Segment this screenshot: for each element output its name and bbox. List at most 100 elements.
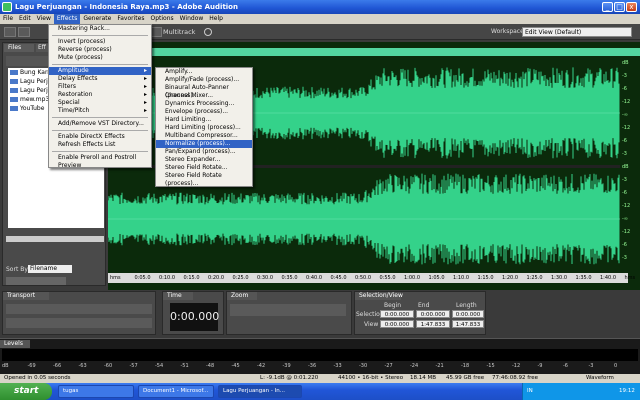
menu-item-stereo-expander[interactable]: Stereo Expander... [156, 156, 252, 164]
menu-item-dynamics[interactable]: Dynamics Processing... [156, 100, 252, 108]
timeline-tick-label: 1:25.0 [526, 275, 543, 281]
menu-item-add-remove-vst[interactable]: Add/Remove VST Directory... [49, 120, 151, 128]
menu-item-stereo-field-rotate[interactable]: Stereo Field Rotate... [156, 164, 252, 172]
level-tick-label: -12 [512, 363, 521, 369]
menu-item-multiband[interactable]: Multiband Compressor... [156, 132, 252, 140]
taskbar-item-audition[interactable]: Lagu Perjuangan - In... [218, 385, 302, 398]
menu-item-invert[interactable]: Invert (process) [49, 38, 151, 46]
db-tick-label: -3 [622, 73, 627, 79]
maximize-button[interactable]: □ [614, 2, 625, 12]
menu-edit[interactable]: Edit [16, 14, 34, 24]
selection-length-field[interactable]: 0:00.000 [452, 310, 484, 318]
workspace-select[interactable]: Edit View (Default) [522, 27, 632, 37]
timeline-ruler[interactable]: hms 0:05.0 0:10.0 0:15.0 0:20.0 0:25.0 0:30.0 0… [108, 273, 635, 283]
end-header: End [418, 302, 430, 309]
menu-item-amplify[interactable]: Amplify... [156, 68, 252, 76]
menu-item-label: Filters [58, 83, 76, 90]
menu-item-label: Time/Pitch [58, 107, 90, 114]
menu-favorites[interactable]: Favorites [114, 14, 147, 24]
menu-window[interactable]: Window [177, 14, 207, 24]
selection-begin-field[interactable]: 0:00.000 [380, 310, 414, 318]
menu-item-label: Amplitude [58, 67, 89, 74]
menu-generate[interactable]: Generate [80, 14, 114, 24]
view-length-field[interactable]: 1:47.833 [452, 320, 484, 328]
workspace-label: Workspace: [491, 28, 526, 35]
menu-item-refresh-effects[interactable]: Refresh Effects List [49, 141, 151, 149]
menu-item-time-pitch[interactable]: Time/Pitch ▸ [49, 107, 151, 115]
menu-item-envelope[interactable]: Envelope (process)... [156, 108, 252, 116]
file-icon [10, 79, 18, 84]
level-tick-label: -24 [410, 363, 419, 369]
selection-end-field[interactable]: 0:00.000 [416, 310, 450, 318]
timeline-tick-label: 1:40.0 [600, 275, 616, 281]
menu-item-hard-limiting[interactable]: Hard Limiting... [156, 116, 252, 124]
transport-tab[interactable]: Transport [3, 292, 49, 300]
menu-item-mute[interactable]: Mute (process) [49, 54, 151, 62]
edit-view-button[interactable] [4, 27, 16, 37]
files-tab[interactable]: Files [4, 44, 34, 52]
menu-item-delay-effects[interactable]: Delay Effects ▸ [49, 75, 151, 83]
menu-item-channel-mixer[interactable]: Channel Mixer... [156, 92, 252, 100]
files-scrollbar[interactable] [6, 236, 104, 242]
multitrack-view-button[interactable] [18, 27, 30, 37]
close-button[interactable]: x [626, 2, 637, 12]
menu-item-filters[interactable]: Filters ▸ [49, 83, 151, 91]
timeline-tick-label: 1:10.0 [453, 275, 469, 281]
menu-item-special[interactable]: Special ▸ [49, 99, 151, 107]
overview-bar[interactable] [108, 48, 640, 56]
menu-item-enable-directx[interactable]: Enable DirectX Effects [49, 133, 151, 141]
menu-view[interactable]: View [34, 14, 54, 24]
transport-controls[interactable] [6, 304, 152, 314]
timeline-tick-label: 0:20.0 [208, 275, 224, 281]
level-tick-label: 0 [614, 363, 618, 369]
menu-separator [52, 130, 148, 131]
menu-item-mastering-rack[interactable]: Mastering Rack... [49, 25, 151, 33]
taskbar-item-tugas[interactable]: tugas [58, 385, 134, 398]
menu-item-normalize[interactable]: Normalize (process)... [156, 140, 252, 148]
file-name: Lagu Perj [20, 78, 48, 85]
selection-view-tab[interactable]: Selection/View [355, 292, 403, 300]
zoom-tab[interactable]: Zoom [227, 292, 257, 300]
timeline-tick-label: 1:05.0 [428, 275, 445, 281]
menu-item-amplify-fade[interactable]: Amplify/Fade (process)... [156, 76, 252, 84]
level-tick-label: -66 [53, 363, 62, 369]
language-indicator[interactable]: IN [527, 383, 533, 400]
start-button[interactable]: start [0, 383, 52, 400]
menu-item-hard-limiting-process[interactable]: Hard Limiting (process)... [156, 124, 252, 132]
minimize-button[interactable]: _ [602, 2, 613, 12]
db-tick-label: -12 [622, 99, 631, 105]
timeline-tick-label: 0:35.0 [281, 275, 298, 281]
zoom-buttons[interactable] [230, 304, 346, 316]
view-label: View [364, 321, 379, 328]
menu-separator [52, 35, 148, 36]
view-end-field[interactable]: 1:47.833 [416, 320, 450, 328]
status-bar: Opened in 0.05 seconds L: -9.1dB @ 0:01.… [0, 374, 640, 383]
sort-select[interactable]: Filename [28, 265, 72, 273]
file-icon [10, 88, 18, 93]
menu-item-amplitude[interactable]: Amplitude ▸ [49, 67, 151, 75]
timeline-tick-label: 1:20.0 [502, 275, 518, 281]
menu-item-binaural[interactable]: Binaural Auto-Panner (process)... [156, 84, 252, 99]
status-level: L: -9.1dB @ 0:01.220 [260, 375, 319, 381]
menu-effects[interactable]: Effects [53, 14, 81, 24]
multitrack-label[interactable]: Multitrack [163, 26, 195, 38]
menu-item-stereo-field-rotate-process[interactable]: Stereo Field Rotate (process)... [156, 172, 252, 187]
status-format: 44100 • 16-bit • Stereo [338, 375, 404, 381]
menu-item-enable-preroll[interactable]: Enable Preroll and Postroll Preview [49, 154, 151, 169]
time-tab[interactable]: Time [163, 292, 193, 300]
menu-item-reverse[interactable]: Reverse (process) [49, 46, 151, 54]
file-buttons[interactable] [6, 277, 66, 285]
view-begin-field[interactable]: 0:00.000 [380, 320, 414, 328]
menu-item-pan-expand[interactable]: Pan/Expand (process)... [156, 148, 252, 156]
levels-tab[interactable]: Levels [0, 340, 30, 348]
menu-file[interactable]: File [0, 14, 16, 24]
cd-view-icon[interactable] [204, 28, 212, 36]
taskbar-item-document[interactable]: Document1 - Microsof... [138, 385, 214, 398]
menu-help[interactable]: Help [206, 14, 226, 24]
menu-options[interactable]: Options [147, 14, 176, 24]
sort-label: Sort By: [6, 266, 30, 273]
transport-controls-row2[interactable] [6, 318, 152, 328]
clock: 19:12 [619, 388, 635, 394]
menu-item-restoration[interactable]: Restoration ▸ [49, 91, 151, 99]
menu-item-label: Restoration [58, 91, 93, 98]
